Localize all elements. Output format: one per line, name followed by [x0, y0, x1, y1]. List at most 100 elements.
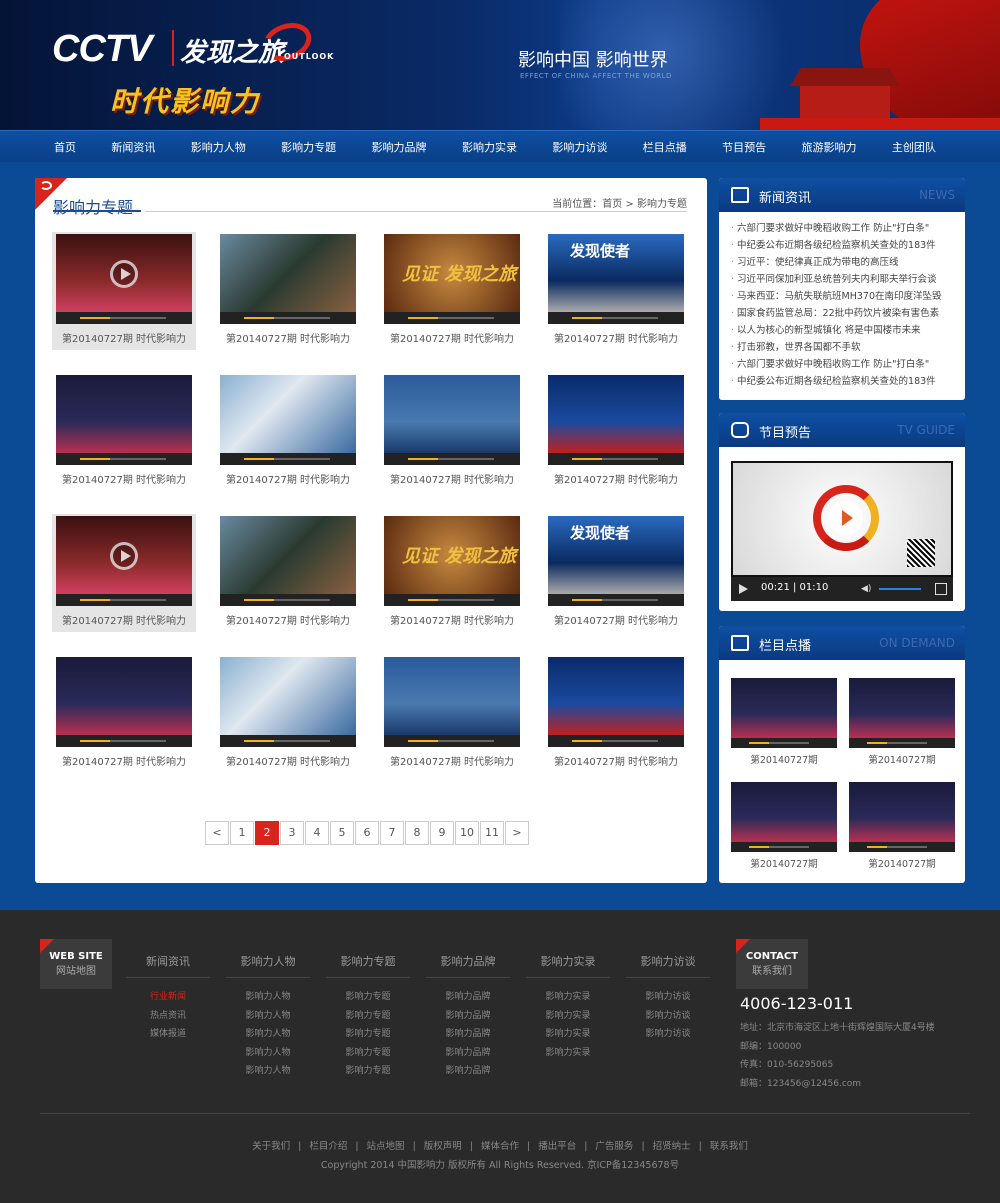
player-control-bar[interactable]: [384, 735, 520, 747]
footer-bottom-link[interactable]: 关于我们: [248, 1141, 294, 1152]
news-item[interactable]: 中纪委公布近期各级纪检监察机关查处的183件: [731, 237, 955, 254]
footer-link[interactable]: 影响力访谈: [626, 1007, 710, 1026]
page-button[interactable]: 7: [380, 821, 404, 845]
footer-link[interactable]: 影响力实录: [526, 1025, 610, 1044]
player-control-bar[interactable]: [731, 842, 837, 852]
video-thumbnail[interactable]: 发现使者: [548, 516, 684, 606]
cctv-logo[interactable]: CCTV 发现之旅 OUTLOOK: [52, 16, 333, 71]
video-caption[interactable]: 第20140727期 时代影响力: [380, 330, 524, 345]
video-thumbnail[interactable]: [56, 657, 192, 747]
on-demand-item[interactable]: 第20140727期: [731, 678, 837, 766]
video-caption[interactable]: 第20140727期 时代影响力: [544, 753, 688, 768]
player-control-bar[interactable]: [56, 312, 192, 324]
footer-link[interactable]: 影响力专题: [326, 1025, 410, 1044]
footer-link[interactable]: 影响力专题: [326, 1007, 410, 1026]
video-caption[interactable]: 第20140727期: [731, 752, 837, 766]
nav-item[interactable]: 新闻资讯: [97, 139, 169, 155]
video-player[interactable]: 00:21 | 01:10 ◀): [731, 461, 953, 601]
video-item[interactable]: 第20140727期 时代影响力: [52, 514, 196, 632]
video-item[interactable]: 第20140727期 时代影响力: [216, 373, 360, 491]
video-thumbnail[interactable]: [731, 678, 837, 748]
video-caption[interactable]: 第20140727期 时代影响力: [52, 471, 196, 486]
video-item[interactable]: 见证 发现之旅第20140727期 时代影响力: [380, 232, 524, 350]
page-button[interactable]: 6: [355, 821, 379, 845]
video-caption[interactable]: 第20140727期 时代影响力: [216, 471, 360, 486]
news-item[interactable]: 中纪委公布近期各级纪检监察机关查处的183件: [731, 373, 955, 390]
player-control-bar[interactable]: [731, 738, 837, 748]
footer-link[interactable]: 影响力专题: [326, 988, 410, 1007]
video-caption[interactable]: 第20140727期: [849, 856, 955, 870]
video-item[interactable]: 第20140727期 时代影响力: [52, 232, 196, 350]
video-item[interactable]: 发现使者第20140727期 时代影响力: [544, 514, 688, 632]
next-page-button[interactable]: >: [505, 821, 529, 845]
video-item[interactable]: 第20140727期 时代影响力: [216, 232, 360, 350]
news-item[interactable]: 习近平同保加利亚总统普列夫内利耶夫举行会谈: [731, 271, 955, 288]
video-thumbnail[interactable]: [220, 375, 356, 465]
video-caption[interactable]: 第20140727期 时代影响力: [52, 330, 196, 345]
nav-item[interactable]: 影响力人物: [177, 139, 260, 155]
video-caption[interactable]: 第20140727期 时代影响力: [216, 612, 360, 627]
footer-link[interactable]: 影响力人物: [226, 988, 310, 1007]
footer-link[interactable]: 影响力人物: [226, 1025, 310, 1044]
player-control-bar[interactable]: [56, 594, 192, 606]
footer-column-title[interactable]: 影响力品牌: [426, 953, 510, 978]
video-thumbnail[interactable]: [220, 516, 356, 606]
footer-link[interactable]: 影响力人物: [226, 1044, 310, 1063]
volume-slider[interactable]: [879, 588, 921, 590]
news-item[interactable]: 习近平：使纪律真正成为带电的高压线: [731, 254, 955, 271]
footer-column-title[interactable]: 影响力访谈: [626, 953, 710, 978]
play-button[interactable]: [739, 584, 748, 594]
nav-item[interactable]: 影响力品牌: [358, 139, 441, 155]
player-control-bar[interactable]: [56, 453, 192, 465]
footer-column-title[interactable]: 影响力人物: [226, 953, 310, 978]
page-button[interactable]: 11: [480, 821, 504, 845]
player-control-bar[interactable]: [548, 594, 684, 606]
footer-bottom-link[interactable]: 广告服务: [591, 1141, 637, 1152]
video-thumbnail[interactable]: [548, 375, 684, 465]
footer-column-title[interactable]: 影响力专题: [326, 953, 410, 978]
video-thumbnail[interactable]: [384, 657, 520, 747]
video-item[interactable]: 第20140727期 时代影响力: [544, 655, 688, 773]
footer-link[interactable]: 媒体报道: [126, 1025, 210, 1044]
video-caption[interactable]: 第20140727期 时代影响力: [380, 753, 524, 768]
video-thumbnail[interactable]: [56, 234, 192, 324]
nav-item[interactable]: 旅游影响力: [788, 139, 871, 155]
footer-link[interactable]: 影响力品牌: [426, 1044, 510, 1063]
play-icon[interactable]: [110, 260, 138, 288]
on-demand-item[interactable]: 第20140727期: [731, 782, 837, 870]
video-thumbnail[interactable]: [384, 375, 520, 465]
video-item[interactable]: 第20140727期 时代影响力: [544, 373, 688, 491]
video-thumbnail[interactable]: [56, 375, 192, 465]
video-caption[interactable]: 第20140727期 时代影响力: [380, 471, 524, 486]
footer-link[interactable]: 影响力品牌: [426, 988, 510, 1007]
footer-link[interactable]: 影响力品牌: [426, 1025, 510, 1044]
page-button[interactable]: 5: [330, 821, 354, 845]
video-thumbnail[interactable]: 见证 发现之旅: [384, 234, 520, 324]
video-caption[interactable]: 第20140727期 时代影响力: [52, 753, 196, 768]
news-item[interactable]: 马来西亚：马航失联航班MH370在南印度洋坠毁: [731, 288, 955, 305]
video-thumbnail[interactable]: 发现使者: [548, 234, 684, 324]
footer-link[interactable]: 影响力品牌: [426, 1007, 510, 1026]
player-control-bar[interactable]: [548, 312, 684, 324]
prev-page-button[interactable]: <: [205, 821, 229, 845]
footer-bottom-link[interactable]: 栏目介绍: [305, 1141, 351, 1152]
video-thumbnail[interactable]: [220, 657, 356, 747]
page-button[interactable]: 1: [230, 821, 254, 845]
player-control-bar[interactable]: [220, 735, 356, 747]
video-caption[interactable]: 第20140727期 时代影响力: [380, 612, 524, 627]
video-item[interactable]: 第20140727期 时代影响力: [380, 655, 524, 773]
nav-item[interactable]: 影响力专题: [267, 139, 350, 155]
nav-item[interactable]: 主创团队: [878, 139, 950, 155]
on-demand-item[interactable]: 第20140727期: [849, 782, 955, 870]
footer-bottom-link[interactable]: 播出平台: [534, 1141, 580, 1152]
video-item[interactable]: 第20140727期 时代影响力: [52, 373, 196, 491]
player-control-bar[interactable]: [220, 312, 356, 324]
page-button[interactable]: 4: [305, 821, 329, 845]
video-item[interactable]: 见证 发现之旅 第20140727期 时代影响力: [380, 514, 524, 632]
page-button[interactable]: 9: [430, 821, 454, 845]
video-caption[interactable]: 第20140727期 时代影响力: [544, 612, 688, 627]
footer-column-title[interactable]: 影响力实录: [526, 953, 610, 978]
video-caption[interactable]: 第20140727期 时代影响力: [216, 330, 360, 345]
footer-link[interactable]: 影响力专题: [326, 1044, 410, 1063]
video-caption[interactable]: 第20140727期 时代影响力: [544, 471, 688, 486]
